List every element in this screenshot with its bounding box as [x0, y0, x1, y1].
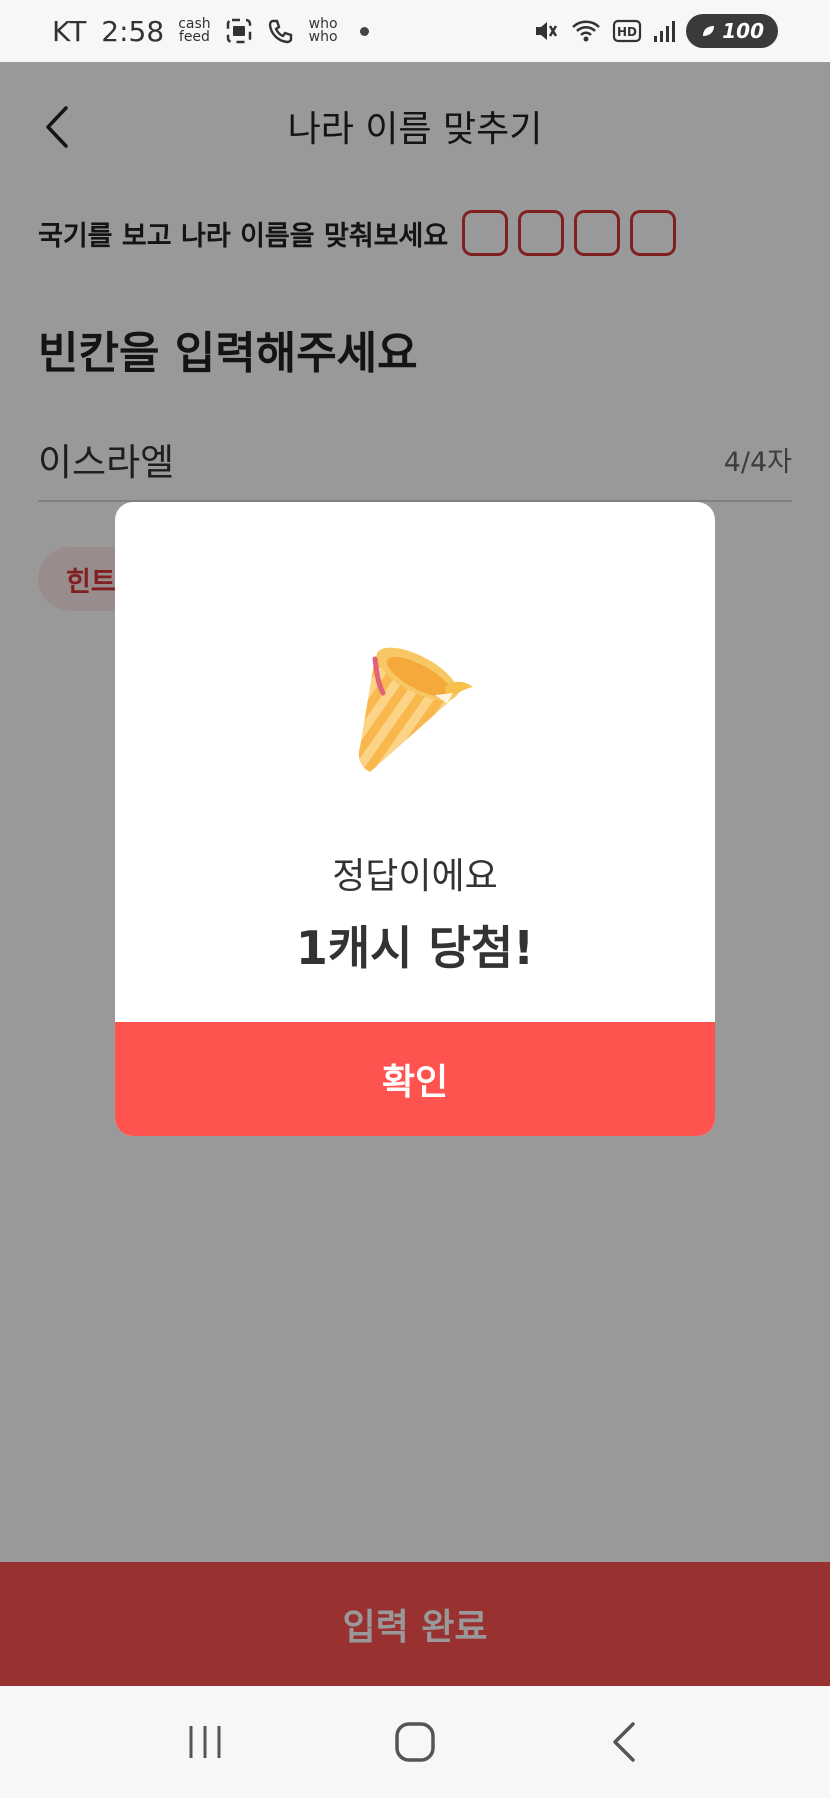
- system-back-button[interactable]: [585, 1702, 665, 1782]
- wifi-icon: [570, 17, 602, 45]
- home-button[interactable]: [375, 1702, 455, 1782]
- cashfeed-line2: feed: [178, 29, 210, 45]
- confirm-label: 확인: [381, 1062, 449, 1103]
- status-left: KT 2:58 cash feed who who: [52, 15, 369, 48]
- confirm-button[interactable]: 확인: [115, 1022, 715, 1136]
- signal-icon: [652, 18, 676, 44]
- clock: 2:58: [101, 14, 165, 48]
- status-right: HD 100: [532, 14, 778, 48]
- whowho-line2: who: [308, 29, 338, 45]
- system-nav-bar: [0, 1686, 830, 1798]
- result-dialog: 정답이에요 1캐시 당첨! 확인: [115, 502, 715, 1136]
- mute-icon: [532, 17, 560, 45]
- carrier-label: KT: [52, 14, 88, 48]
- phone-icon: [267, 17, 295, 45]
- notification-dot-icon: [359, 26, 369, 36]
- svg-text:HD: HD: [617, 25, 637, 39]
- battery-icon: 100: [686, 14, 778, 48]
- recent-apps-icon: [189, 1726, 221, 1758]
- gallery-icon: [225, 17, 253, 45]
- cashfeed-icon: cash feed: [178, 17, 210, 45]
- battery-level: 100: [722, 19, 764, 43]
- home-icon: [395, 1722, 435, 1762]
- recent-apps-button[interactable]: [165, 1702, 245, 1782]
- whowho-icon: who who: [308, 17, 338, 45]
- party-popper-icon: [335, 637, 495, 787]
- status-bar: KT 2:58 cash feed who who HD 100: [0, 0, 830, 62]
- prize-text: 1캐시 당첨!: [295, 921, 535, 975]
- hd-icon: HD: [612, 18, 642, 44]
- back-arrow-icon: [613, 1722, 635, 1762]
- result-message: 정답이에요: [332, 856, 498, 897]
